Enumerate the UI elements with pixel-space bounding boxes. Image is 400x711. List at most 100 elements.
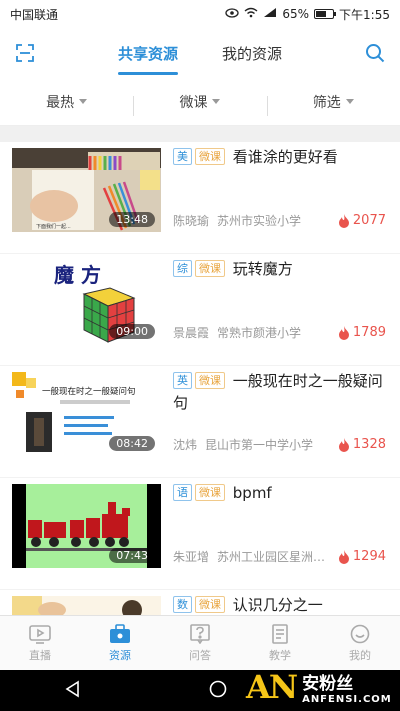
school-name: 常熟市颜港小学 [217,326,302,340]
subject-tag: 语 [173,484,192,501]
resource-list: 下面我们一起... 13:48 美微课 看谁涂的更好看 陈晓瑜 苏州市实验小学 … [0,142,400,615]
video-thumbnail[interactable]: 魔 方 09:00 [12,260,161,344]
filter-sort-label: 最热 [46,94,75,111]
school-name: 苏州工业园区星洲学… [217,550,332,564]
duration-badge: 13:48 [109,212,155,227]
watermark-logo: AN 安粉丝 ANFENSI.COM [246,664,396,709]
type-tag: 微课 [195,596,225,613]
caret-down-icon [345,99,354,104]
scan-icon[interactable] [0,28,50,78]
list-item[interactable]: 一般现在时之一般疑问句 08:42 英微课 一般现在时之一般疑问句 沈炜 昆山市… [0,366,400,478]
tab-shared-resources[interactable]: 共享资源 [117,35,179,75]
subject-tag: 数 [173,596,192,613]
bottom-tab-bar: 直播 资源 问答 教学 我的 [0,615,400,670]
item-meta: 朱亚增 苏州工业园区星洲学… 1294 [173,548,386,565]
school-name: 昆山市第一中学小学 [205,438,314,452]
list-item[interactable]: 下面我们一起... 13:48 美微课 看谁涂的更好看 陈晓瑜 苏州市实验小学 … [0,142,400,254]
carrier-label: 中国联通 [10,7,59,22]
top-nav: 共享资源 我的资源 [0,28,400,78]
filter-sort[interactable]: 最热 [0,92,133,112]
type-tag: 微课 [195,260,225,277]
search-icon[interactable] [350,28,400,78]
live-icon [29,624,51,644]
filter-type-label: 微课 [179,94,208,111]
item-meta: 沈炜 昆山市第一中学小学 1328 [173,436,386,453]
subject-tag: 美 [173,148,192,165]
watermark-logo-mark: AN [246,667,298,706]
list-item[interactable]: 数微课 认识几分之一 [0,590,400,615]
video-thumbnail[interactable]: 下面我们一起... 13:48 [12,148,161,232]
item-title: 玩转魔方 [232,260,293,278]
signal-icon [263,7,277,21]
eye-icon [225,7,240,21]
item-info: 数微课 认识几分之一 [161,596,386,615]
watermark-en: ANFENSI.COM [302,693,392,705]
video-thumbnail[interactable]: 07:43 [12,484,161,568]
flame-icon [338,213,349,228]
battery-icon [314,9,337,19]
tab-teaching[interactable]: 教学 [240,616,320,670]
view-count: 1789 [338,325,386,340]
item-title-row: 英微课 一般现在时之一般疑问句 [173,370,386,414]
view-count-value: 2077 [352,213,386,228]
item-meta: 陈晓瑜 苏州市实验小学 2077 [173,212,386,229]
qa-icon [190,623,210,644]
tab-live[interactable]: 直播 [0,616,80,670]
tab-qa[interactable]: 问答 [160,616,240,670]
tab-my-resources[interactable]: 我的资源 [222,35,282,72]
flame-icon [338,325,349,340]
tab-resources-label: 资源 [109,648,131,662]
filter-bar: 最热 微课 筛选 [0,78,400,126]
duration-badge: 09:00 [109,324,155,339]
list-item[interactable]: 07:43 语微课 bpmf 朱亚增 苏州工业园区星洲学… 1294 [0,478,400,590]
filter-more-label: 筛选 [312,94,341,111]
caret-down-icon [79,99,88,104]
flame-icon [338,437,349,452]
watermark-text: 安粉丝 ANFENSI.COM [302,669,392,705]
teacher-name: 景晨霞 [173,326,210,340]
view-count: 2077 [338,213,386,228]
item-title-row: 综微课 玩转魔方 [173,258,386,280]
item-title-row: 数微课 认识几分之一 [173,594,386,615]
item-meta: 景晨霞 常熟市颜港小学 1789 [173,324,386,341]
filter-more[interactable]: 筛选 [266,92,400,116]
item-info: 综微课 玩转魔方 景晨霞 常熟市颜港小学 1789 [161,260,386,365]
item-info: 美微课 看谁涂的更好看 陈晓瑜 苏州市实验小学 2077 [161,148,386,253]
status-bar: 中国联通 65% 下午1:55 [0,0,400,28]
item-title: 认识几分之一 [232,596,323,614]
thumb-caption: 魔 方 [54,263,101,287]
teacher-name: 沈炜 [173,438,198,452]
watermark-cn: 安粉丝 [302,673,354,694]
flame-icon [338,549,349,564]
item-info: 英微课 一般现在时之一般疑问句 沈炜 昆山市第一中学小学 1328 [161,372,386,477]
type-tag: 微课 [195,372,225,389]
item-title-row: 美微课 看谁涂的更好看 [173,146,386,168]
view-count-value: 1328 [352,437,386,452]
tab-profile-label: 我的 [349,648,371,662]
subject-tag: 综 [173,260,192,277]
wifi-icon [244,7,258,21]
resource-tabs: 共享资源 我的资源 [50,35,350,75]
back-icon[interactable] [64,680,82,702]
video-thumbnail[interactable]: 一般现在时之一般疑问句 08:42 [12,372,161,456]
video-thumbnail[interactable] [12,596,161,615]
school-name: 苏州市实验小学 [217,214,302,228]
home-icon[interactable] [209,680,227,702]
teacher-name: 朱亚增 [173,550,210,564]
filter-type[interactable]: 微课 [133,92,266,116]
tab-resources[interactable]: 资源 [80,616,160,670]
type-tag: 微课 [195,484,225,501]
item-title-row: 语微课 bpmf [173,482,386,504]
item-title: 看谁涂的更好看 [232,148,338,166]
tab-profile[interactable]: 我的 [320,616,400,670]
svg-text:下面我们一起...: 下面我们一起... [36,223,71,230]
list-item[interactable]: 魔 方 09:00 综微课 玩转魔方 景晨霞 常熟市颜港小学 1789 [0,254,400,366]
section-divider [0,126,400,142]
battery-percent: 65% [282,7,310,21]
type-tag: 微课 [195,148,225,165]
resource-icon [110,623,130,643]
tab-teaching-label: 教学 [269,648,291,662]
tab-live-label: 直播 [29,648,51,662]
item-title: bpmf [232,484,272,502]
teaching-icon [272,623,288,644]
